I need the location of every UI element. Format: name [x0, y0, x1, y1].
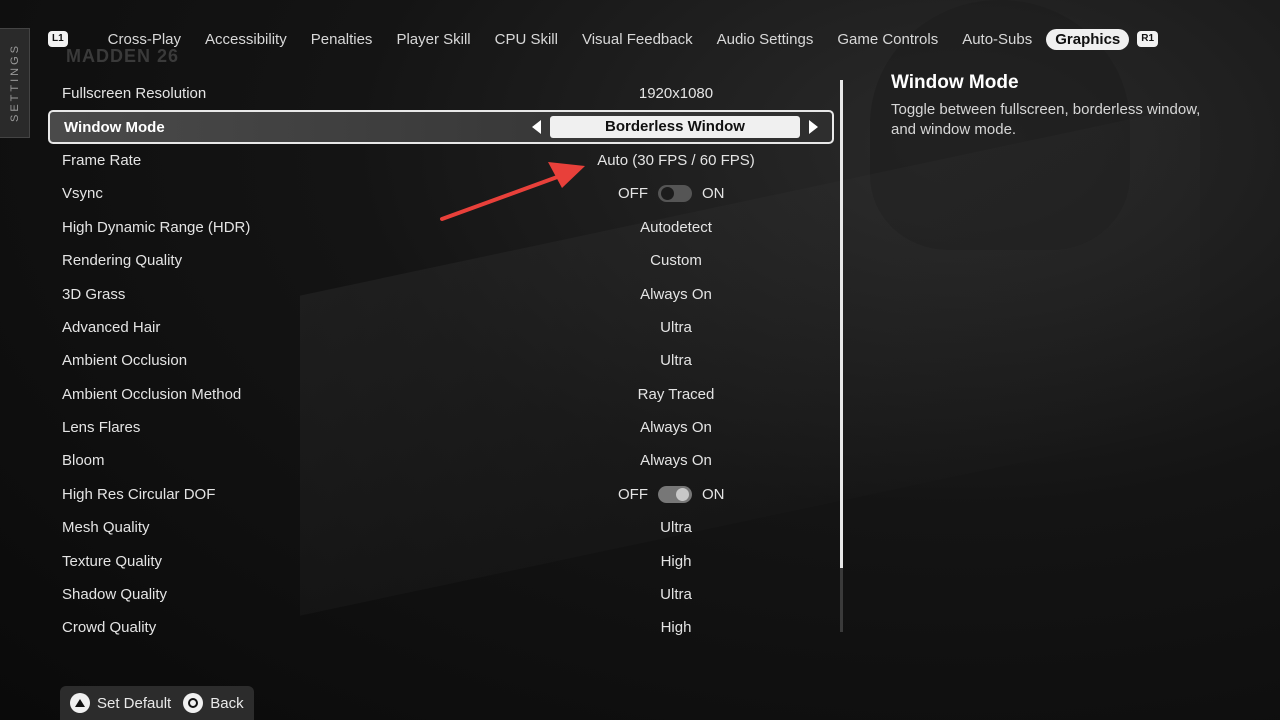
r1-bumper-icon[interactable]: R1 — [1137, 31, 1159, 47]
setting-value: Ultra — [660, 352, 692, 370]
setting-label: Shadow Quality — [62, 586, 168, 604]
setting-value: Ultra — [660, 318, 692, 336]
scrollbar[interactable] — [840, 80, 843, 632]
toggle-control[interactable]: OFF ON — [618, 485, 725, 503]
setting-row-crowd-quality[interactable]: Crowd Quality High — [48, 611, 834, 644]
settings-list: Fullscreen Resolution 1920x1080 Window Mod… — [48, 77, 834, 645]
settings-side-tab[interactable]: SETTINGS — [0, 28, 30, 138]
tab-graphics[interactable]: Graphics — [1046, 28, 1130, 50]
footer-bar: Set Default Back — [60, 686, 254, 720]
l1-bumper-icon[interactable]: L1 — [48, 31, 68, 47]
value-selector[interactable]: Borderless Window — [532, 116, 818, 139]
setting-row-fullscreen-resolution[interactable]: Fullscreen Resolution 1920x1080 — [48, 77, 834, 110]
toggle-off-label: OFF — [618, 185, 648, 203]
setting-label: High Dynamic Range (HDR) — [62, 218, 251, 236]
tab-penalties[interactable]: Penalties — [299, 31, 385, 48]
tab-visual-feedback[interactable]: Visual Feedback — [570, 31, 705, 48]
setting-label: High Res Circular DOF — [62, 485, 216, 503]
tab-audio-settings[interactable]: Audio Settings — [705, 31, 826, 48]
triangle-button-icon — [70, 693, 90, 713]
setting-label: Frame Rate — [62, 151, 142, 169]
setting-value: Always On — [640, 285, 712, 303]
toggle-off-label: OFF — [618, 485, 648, 503]
setting-row-frame-rate[interactable]: Frame Rate Auto (30 FPS / 60 FPS) — [48, 144, 834, 177]
setting-row-high-res-circular-dof[interactable]: High Res Circular DOF OFF ON — [48, 478, 834, 511]
tab-list: Cross-Play Accessibility Penalties Player S… — [96, 28, 1138, 50]
tab-auto-subs[interactable]: Auto-Subs — [950, 31, 1044, 48]
setting-value: Ray Traced — [637, 385, 715, 403]
toggle-switch[interactable] — [658, 185, 692, 203]
setting-row-texture-quality[interactable]: Texture Quality High — [48, 544, 834, 577]
setting-label: Mesh Quality — [62, 519, 150, 537]
description-title: Window Mode — [891, 72, 1019, 93]
side-tab-label: SETTINGS — [8, 43, 21, 123]
setting-value: High — [660, 552, 692, 570]
setting-row-lens-flares[interactable]: Lens Flares Always On — [48, 411, 834, 444]
setting-value: 1920x1080 — [638, 85, 714, 103]
right-arrow-icon[interactable] — [809, 120, 818, 135]
setting-label: 3D Grass — [62, 285, 126, 303]
back-button[interactable]: Back — [183, 693, 244, 713]
setting-label: Ambient Occlusion Method — [62, 385, 242, 403]
setting-label: Rendering Quality — [62, 252, 183, 270]
circle-button-icon — [183, 693, 204, 713]
setting-label: Vsync — [62, 185, 103, 203]
setting-label: Ambient Occlusion — [62, 352, 188, 370]
setting-row-ambient-occlusion-method[interactable]: Ambient Occlusion Method Ray Traced — [48, 378, 834, 411]
setting-label: Window Mode — [64, 118, 165, 136]
setting-row-rendering-quality[interactable]: Rendering Quality Custom — [48, 244, 834, 277]
back-label: Back — [210, 694, 244, 712]
setting-value: Custom — [650, 252, 702, 270]
description-panel: Window Mode Toggle between fullscreen, b… — [891, 72, 1221, 140]
tab-player-skill[interactable]: Player Skill — [384, 31, 482, 48]
setting-row-window-mode[interactable]: Window Mode Borderless Window — [48, 110, 834, 144]
set-default-button[interactable]: Set Default — [70, 693, 171, 713]
set-default-label: Set Default — [97, 694, 172, 712]
setting-value: Ultra — [660, 586, 692, 604]
toggle-on-label: ON — [702, 185, 725, 203]
toggle-control[interactable]: OFF ON — [618, 185, 725, 203]
tab-cpu-skill[interactable]: CPU Skill — [483, 31, 570, 48]
setting-label: Advanced Hair — [62, 318, 161, 336]
setting-label: Crowd Quality — [62, 619, 157, 637]
toggle-on-label: ON — [702, 485, 725, 503]
setting-value: Auto (30 FPS / 60 FPS) — [597, 151, 755, 169]
setting-row-vsync[interactable]: Vsync OFF ON — [48, 177, 834, 210]
setting-value: Ultra — [660, 519, 692, 537]
setting-row-advanced-hair[interactable]: Advanced Hair Ultra — [48, 311, 834, 344]
setting-row-high-dynamic-range-hdr[interactable]: High Dynamic Range (HDR) Autodetect — [48, 211, 834, 244]
setting-value: Always On — [640, 452, 712, 470]
toggle-knob — [676, 487, 689, 501]
top-nav: L1 Cross-Play Accessibility Penalties Playe… — [48, 26, 1159, 52]
setting-label: Texture Quality — [62, 552, 163, 570]
setting-row-ambient-occlusion[interactable]: Ambient Occlusion Ultra — [48, 344, 834, 377]
toggle-knob — [661, 187, 674, 201]
setting-label: Bloom — [62, 452, 105, 470]
setting-row-shadow-quality[interactable]: Shadow Quality Ultra — [48, 578, 834, 611]
description-text: Toggle between fullscreen, borderless wi… — [891, 101, 1201, 138]
tab-accessibility[interactable]: Accessibility — [193, 31, 299, 48]
setting-value: Always On — [640, 419, 712, 437]
setting-value: Autodetect — [640, 218, 712, 236]
setting-label: Fullscreen Resolution — [62, 85, 207, 103]
left-arrow-icon[interactable] — [532, 120, 541, 135]
setting-row-3d-grass[interactable]: 3D Grass Always On — [48, 277, 834, 310]
setting-value: High — [660, 619, 692, 637]
setting-row-mesh-quality[interactable]: Mesh Quality Ultra — [48, 511, 834, 544]
setting-row-bloom[interactable]: Bloom Always On — [48, 444, 834, 477]
selected-value: Borderless Window — [550, 116, 800, 139]
tab-cross-play[interactable]: Cross-Play — [96, 31, 193, 48]
setting-label: Lens Flares — [62, 419, 141, 437]
tab-game-controls[interactable]: Game Controls — [825, 31, 950, 48]
scrollbar-thumb[interactable] — [840, 80, 843, 568]
toggle-switch[interactable] — [658, 485, 692, 503]
